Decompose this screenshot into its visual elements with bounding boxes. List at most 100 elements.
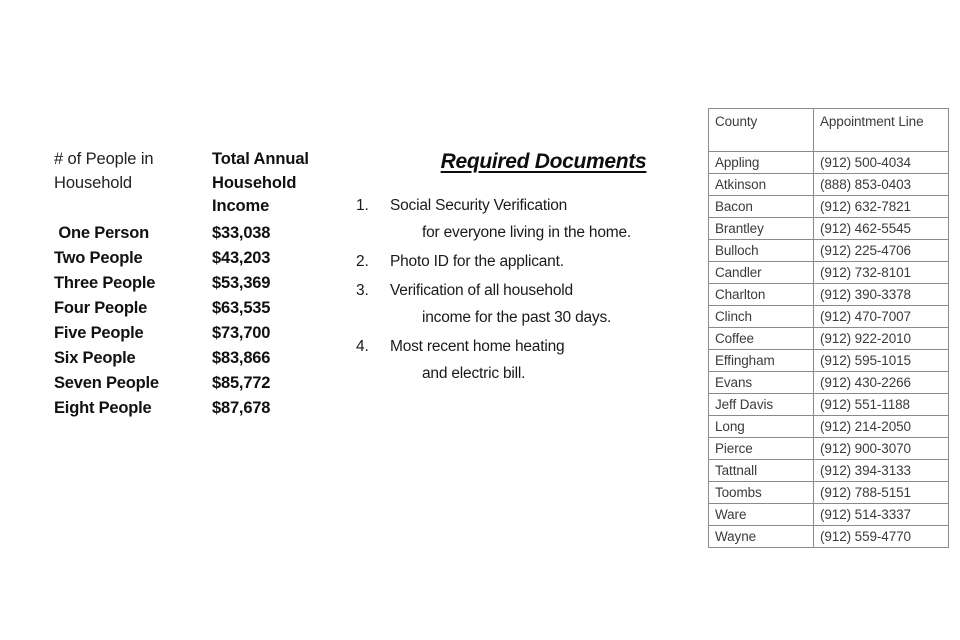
- table-row: Toombs (912) 788-5151: [708, 481, 949, 504]
- income-header-people: # of People in Household: [54, 150, 154, 192]
- income-row-label: Two People: [54, 248, 143, 267]
- list-item-text: Verification of all household income for…: [390, 277, 611, 331]
- income-row-value: $85,772: [212, 373, 271, 392]
- county-phone: (912) 551-1188: [813, 393, 949, 416]
- county-name: Toombs: [708, 481, 814, 504]
- income-row-label: Four People: [54, 298, 148, 317]
- list-item-text: Photo ID for the applicant.: [390, 248, 564, 275]
- list-item: 3. Verification of all household income …: [356, 277, 701, 331]
- income-row-label: Seven People: [54, 373, 159, 392]
- list-item-line2: and electric bill.: [422, 365, 526, 382]
- table-row: Evans (912) 430-2266: [708, 371, 949, 394]
- income-row-label: One Person: [54, 223, 149, 242]
- county-phone: (912) 732-8101: [813, 261, 949, 284]
- county-phone: (912) 559-4770: [813, 525, 949, 548]
- county-name: Clinch: [708, 305, 814, 328]
- county-name: Wayne: [708, 525, 814, 548]
- list-item: 2. Photo ID for the applicant.: [356, 248, 701, 275]
- county-phone: (912) 470-7007: [813, 305, 949, 328]
- county-phone: (912) 394-3133: [813, 459, 949, 482]
- list-item-number: 4.: [356, 338, 369, 355]
- county-phone: (912) 514-3337: [813, 503, 949, 526]
- county-name: Candler: [708, 261, 814, 284]
- table-row: Effingham (912) 595-1015: [708, 349, 949, 372]
- income-eligibility-table: # of People in Household Total Annual Ho…: [54, 148, 354, 424]
- income-header-income: Total Annual Household Income: [212, 150, 309, 215]
- list-item-line1: Social Security Verification: [390, 197, 568, 214]
- county-phone: (912) 595-1015: [813, 349, 949, 372]
- income-table-body: One Person $33,038 Two People $43,203 Th…: [54, 224, 354, 424]
- county-name: Long: [708, 415, 814, 438]
- list-item-text: Social Security Verification for everyon…: [390, 192, 631, 246]
- table-row: Candler (912) 732-8101: [708, 261, 949, 284]
- list-item-line1: Verification of all household: [390, 282, 573, 299]
- county-name: Atkinson: [708, 173, 814, 196]
- income-row-value: $43,203: [212, 248, 271, 267]
- county-phone: (912) 900-3070: [813, 437, 949, 460]
- county-name: Bulloch: [708, 239, 814, 262]
- county-table-header-row: County Appointment Line: [708, 108, 949, 152]
- income-row-value: $83,866: [212, 348, 271, 367]
- table-row: Three People $53,369: [54, 274, 354, 299]
- list-item: 4. Most recent home heating and electric…: [356, 333, 701, 387]
- required-documents-title: Required Documents: [440, 150, 647, 173]
- income-row-value: $33,038: [212, 223, 271, 242]
- list-item-number: 1.: [356, 197, 369, 214]
- county-phone: (912) 462-5545: [813, 217, 949, 240]
- column-header-county: County: [708, 108, 814, 152]
- column-header-appointment-line: Appointment Line: [813, 108, 949, 152]
- county-phone: (912) 214-2050: [813, 415, 949, 438]
- income-row-value: $73,700: [212, 323, 271, 342]
- table-row: Appling (912) 500-4034: [708, 151, 949, 174]
- table-row: Bacon (912) 632-7821: [708, 195, 949, 218]
- list-item-number: 3.: [356, 282, 369, 299]
- table-row: Six People $83,866: [54, 349, 354, 374]
- list-item-line1: Most recent home heating: [390, 338, 565, 355]
- county-table-head: County Appointment Line: [708, 108, 949, 152]
- table-row: One Person $33,038: [54, 224, 354, 249]
- income-row-label: Five People: [54, 323, 144, 342]
- county-name: Pierce: [708, 437, 814, 460]
- income-row-value: $53,369: [212, 273, 271, 292]
- table-row: Pierce (912) 900-3070: [708, 437, 949, 460]
- list-item-number: 2.: [356, 253, 369, 270]
- county-name: Jeff Davis: [708, 393, 814, 416]
- county-phone: (912) 430-2266: [813, 371, 949, 394]
- table-row: Brantley (912) 462-5545: [708, 217, 949, 240]
- list-item-line2: income for the past 30 days.: [422, 309, 612, 326]
- income-row-value: $63,535: [212, 298, 271, 317]
- county-table-body: Appling (912) 500-4034 Atkinson (888) 85…: [708, 151, 949, 548]
- table-row: Five People $73,700: [54, 324, 354, 349]
- county-phone: (912) 225-4706: [813, 239, 949, 262]
- income-row-value: $87,678: [212, 398, 271, 417]
- county-name: Tattnall: [708, 459, 814, 482]
- table-row: Two People $43,203: [54, 249, 354, 274]
- table-row: Charlton (912) 390-3378: [708, 283, 949, 306]
- county-name: Effingham: [708, 349, 814, 372]
- required-documents-list: 1. Social Security Verification for ever…: [356, 192, 701, 387]
- income-row-label: Six People: [54, 348, 136, 367]
- table-row: Seven People $85,772: [54, 374, 354, 399]
- required-documents-section: Required Documents 1. Social Security Ve…: [356, 150, 701, 389]
- county-name: Bacon: [708, 195, 814, 218]
- list-item: 1. Social Security Verification for ever…: [356, 192, 701, 246]
- county-phone: (912) 632-7821: [813, 195, 949, 218]
- income-row-label: Three People: [54, 273, 156, 292]
- county-name: Charlton: [708, 283, 814, 306]
- table-row: Atkinson (888) 853-0403: [708, 173, 949, 196]
- table-row: Coffee (912) 922-2010: [708, 327, 949, 350]
- table-row: Tattnall (912) 394-3133: [708, 459, 949, 482]
- table-row: Ware (912) 514-3337: [708, 503, 949, 526]
- county-name: Ware: [708, 503, 814, 526]
- income-row-label: Eight People: [54, 398, 152, 417]
- county-phone: (912) 390-3378: [813, 283, 949, 306]
- county-phone: (888) 853-0403: [813, 173, 949, 196]
- table-row: Bulloch (912) 225-4706: [708, 239, 949, 262]
- table-row: Four People $63,535: [54, 299, 354, 324]
- table-row: Jeff Davis (912) 551-1188: [708, 393, 949, 416]
- table-row: Eight People $87,678: [54, 399, 354, 424]
- list-item-text: Most recent home heating and electric bi…: [390, 333, 565, 387]
- list-item-line2: for everyone living in the home.: [422, 224, 631, 241]
- county-name: Evans: [708, 371, 814, 394]
- table-row: Wayne (912) 559-4770: [708, 525, 949, 548]
